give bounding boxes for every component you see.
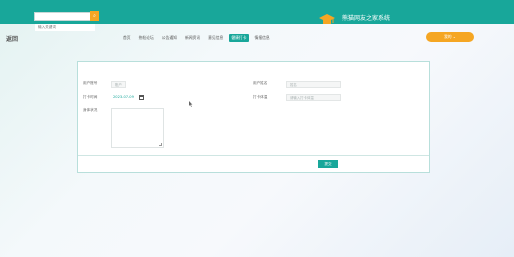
nav-item-health-checkin[interactable]: 健康打卡 <box>229 33 249 42</box>
checkin-time-label: 打卡时间 <box>83 95 98 99</box>
user-name-value: 姓名 <box>290 83 297 87</box>
nav-item-news[interactable]: 新闻资讯 <box>183 34 202 42</box>
form-divider <box>78 155 429 156</box>
user-account-value: 账户 <box>115 83 122 87</box>
site-logo[interactable]: 返回 <box>6 34 18 43</box>
temperature-input[interactable]: 请输入打卡体温 <box>286 94 341 101</box>
mine-button[interactable]: 我的 ⌄ <box>426 32 474 42</box>
nav-item-forum[interactable]: 热帖论坛 <box>137 34 156 42</box>
user-name-field: 姓名 <box>286 81 341 88</box>
user-account-field: 账户 <box>111 81 126 88</box>
submit-button[interactable]: 提交 <box>318 160 338 168</box>
brand-title: 熊猫网友之家系统 <box>342 14 391 22</box>
main-nav: 首页 热帖论坛 公告通知 新闻资讯 意见信息 健康打卡 情报信息 <box>121 33 272 42</box>
checkin-time-value[interactable]: 2023-07-09 <box>113 95 134 99</box>
health-status-label: 身体状况 <box>83 108 98 112</box>
search-icon: ⌕ <box>93 12 96 19</box>
calendar-icon[interactable] <box>139 95 144 100</box>
mouse-cursor-icon <box>189 101 193 107</box>
user-account-label: 用户账号 <box>83 81 98 85</box>
brand: 熊猫网友之家系统 <box>318 10 390 24</box>
nav-item-intel[interactable]: 情报信息 <box>253 34 272 42</box>
search-button[interactable]: ⌕ <box>90 11 99 21</box>
health-status-textarea[interactable] <box>111 108 164 148</box>
nav-item-notice[interactable]: 公告通知 <box>160 34 179 42</box>
search-box[interactable] <box>34 12 96 31</box>
checkin-form: 用户账号 账户 用户姓名 姓名 打卡时间 2023-07-09 打卡体温 请输入… <box>77 61 430 173</box>
temperature-label: 打卡体温 <box>253 95 268 99</box>
temperature-placeholder: 请输入打卡体温 <box>290 96 314 100</box>
search-input[interactable] <box>35 23 95 31</box>
nav-item-feedback[interactable]: 意见信息 <box>206 34 225 42</box>
resize-handle-icon[interactable] <box>159 143 162 146</box>
nav-item-home[interactable]: 首页 <box>121 34 133 42</box>
graduation-cap-icon <box>318 11 336 24</box>
user-name-label: 用户姓名 <box>253 81 268 85</box>
